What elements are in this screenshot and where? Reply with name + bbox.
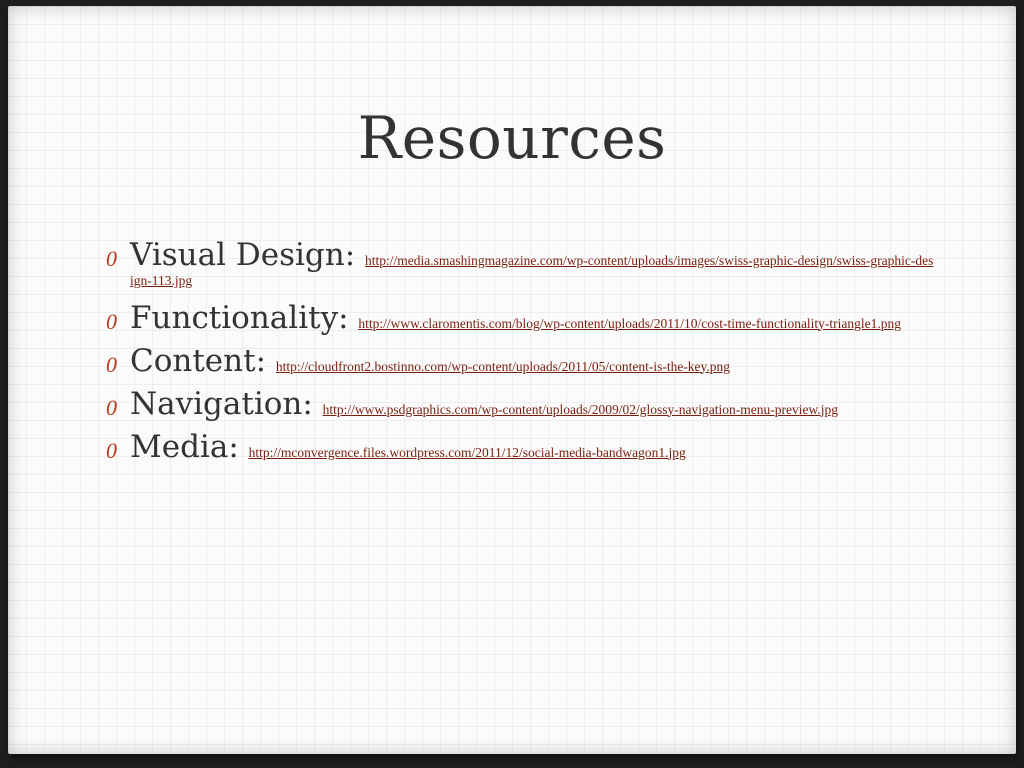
bullet-icon: 0: [106, 394, 117, 420]
window-frame: Resources 0 Visual Design: http://media.…: [0, 0, 1024, 768]
resource-link[interactable]: http://www.claromentis.com/blog/wp-conte…: [358, 316, 901, 331]
item-label: Content:: [130, 342, 276, 379]
bullet-icon: 0: [106, 246, 117, 271]
list-item-content: 0 Content: http://cloudfront2.bostinno.c…: [104, 342, 934, 379]
resource-list: 0 Visual Design: http://media.smashingma…: [104, 240, 934, 475]
item-label: Navigation:: [130, 385, 323, 422]
list-item-visual-design: 0 Visual Design: http://media.smashingma…: [104, 240, 934, 291]
list-item-navigation: 0 Navigation: http://www.psdgraphics.com…: [104, 385, 934, 422]
list-item-media: 0 Media: http://mconvergence.files.wordp…: [104, 428, 934, 465]
resource-link[interactable]: http://www.psdgraphics.com/wp-content/up…: [323, 402, 838, 417]
bullet-icon: 0: [106, 437, 117, 463]
list-item-functionality: 0 Functionality: http://www.claromentis.…: [104, 299, 934, 336]
item-label: Functionality:: [130, 299, 359, 336]
slide-title: Resources: [357, 104, 667, 172]
bullet-icon: 0: [106, 308, 117, 334]
bullet-icon: 0: [106, 351, 117, 377]
item-label: Media:: [130, 428, 249, 465]
resource-link[interactable]: http://cloudfront2.bostinno.com/wp-conte…: [276, 359, 730, 374]
slide: Resources 0 Visual Design: http://media.…: [8, 6, 1016, 754]
resource-link[interactable]: http://mconvergence.files.wordpress.com/…: [249, 445, 686, 460]
item-label: Visual Design:: [130, 237, 366, 273]
